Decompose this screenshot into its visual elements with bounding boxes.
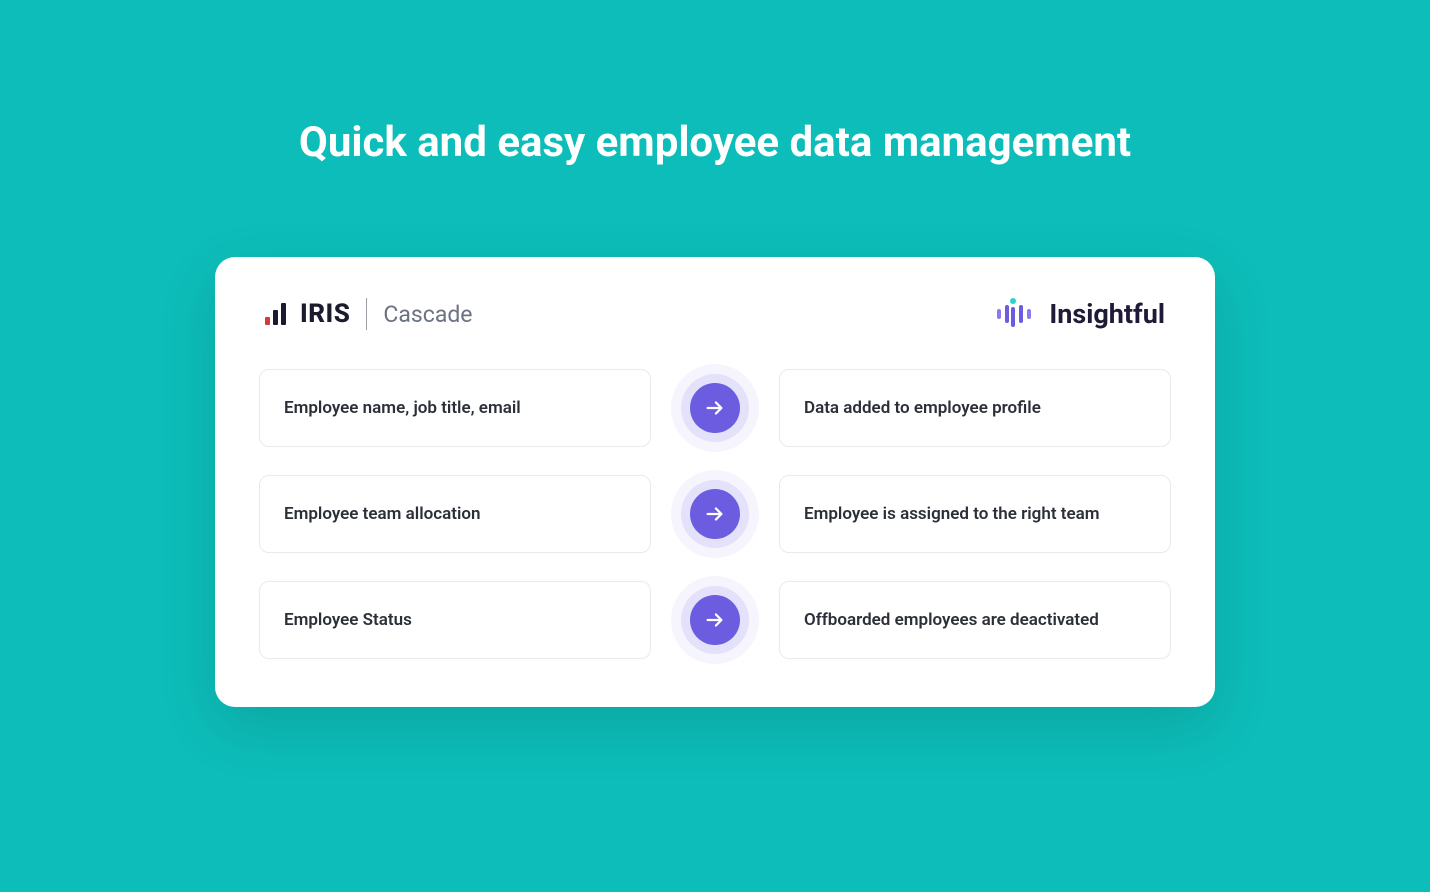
- mapping-rows: Employee name, job title, email Data add…: [259, 369, 1171, 659]
- arrow-badge: [681, 374, 749, 442]
- arrow-right-icon: [690, 489, 740, 539]
- iris-logo-text: IRIS: [300, 299, 350, 329]
- page-title: Quick and easy employee data management: [299, 118, 1131, 167]
- source-tile: Employee name, job title, email: [259, 369, 651, 447]
- insightful-mark-icon: [991, 297, 1035, 331]
- source-tile: Employee team allocation: [259, 475, 651, 553]
- mapping-row: Employee name, job title, email Data add…: [259, 369, 1171, 447]
- arrow-right-icon: [690, 595, 740, 645]
- logo-divider: [366, 298, 367, 330]
- target-tile: Offboarded employees are deactivated: [779, 581, 1171, 659]
- arrow-right-icon: [690, 383, 740, 433]
- target-tile: Data added to employee profile: [779, 369, 1171, 447]
- insightful-logo: Insightful: [991, 297, 1165, 331]
- iris-bars-icon: [265, 303, 286, 325]
- mapping-row: Employee team allocation Employee is ass…: [259, 475, 1171, 553]
- iris-cascade-logo: IRIS Cascade: [265, 298, 473, 330]
- logos-row: IRIS Cascade Insightful: [259, 297, 1171, 331]
- insightful-logo-text: Insightful: [1049, 298, 1165, 330]
- arrow-badge: [681, 480, 749, 548]
- source-tile: Employee Status: [259, 581, 651, 659]
- cascade-logo-text: Cascade: [383, 301, 472, 328]
- mapping-row: Employee Status Offboarded employees are…: [259, 581, 1171, 659]
- diagram-card: IRIS Cascade Insightful Employee name, j…: [215, 257, 1215, 707]
- arrow-badge: [681, 586, 749, 654]
- target-tile: Employee is assigned to the right team: [779, 475, 1171, 553]
